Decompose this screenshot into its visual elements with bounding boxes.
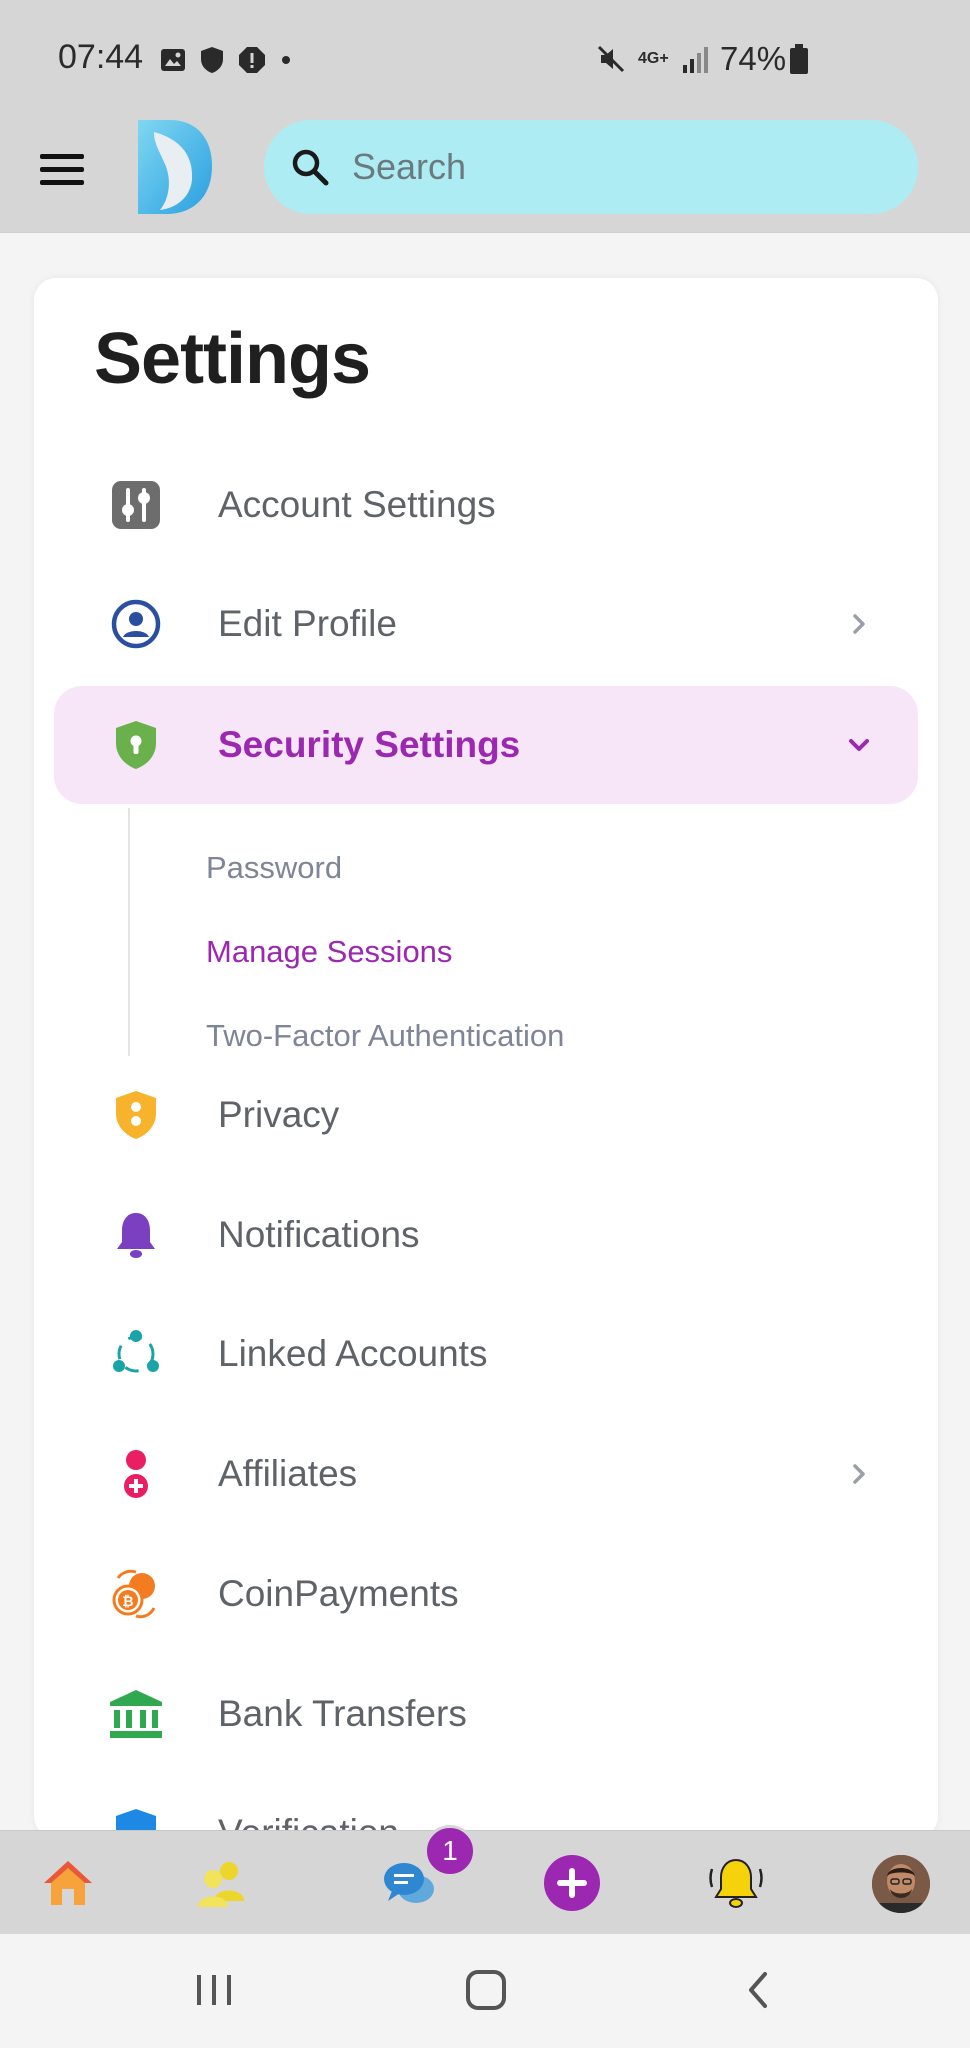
menu-item-label: CoinPayments (218, 1573, 459, 1614)
menu-item-label: Bank Transfers (218, 1693, 467, 1734)
menu-item-label: Security Settings (218, 724, 521, 765)
status-system-icons: 4G+ (596, 44, 711, 74)
nav-friends[interactable] (192, 1851, 256, 1915)
status-bar: 07:44 4G+ 74% (0, 0, 970, 112)
menu-item-affiliates[interactable]: Affiliates (54, 1415, 918, 1533)
messages-badge: 1 (424, 1825, 476, 1877)
linked-nodes-icon (108, 1326, 164, 1382)
network-type: 4G+ (638, 50, 669, 67)
bell-icon (108, 1207, 164, 1263)
menu-item-label: Privacy (218, 1094, 340, 1135)
submenu-item-password[interactable]: Password (206, 850, 342, 886)
menu-item-security-settings[interactable]: Security Settings (54, 686, 918, 804)
app-header (0, 112, 970, 233)
bottom-navigation: 1 (0, 1825, 970, 1935)
signal-icon (682, 47, 708, 73)
chevron-right-icon (853, 1464, 865, 1484)
home-icon (44, 1861, 92, 1905)
hamburger-line (40, 154, 84, 159)
search-icon (292, 149, 329, 186)
shield-notification-icon (201, 47, 223, 73)
menu-item-label: Account Settings (218, 484, 496, 525)
plus-circle-icon (544, 1855, 600, 1911)
image-notification-icon (161, 49, 185, 71)
menu-item-label: Linked Accounts (218, 1333, 488, 1374)
menu-item-privacy[interactable]: Privacy (54, 1056, 918, 1174)
hamburger-line (40, 167, 84, 172)
page-title: Settings (94, 319, 371, 399)
ringing-bell-icon (709, 1858, 763, 1908)
menu-item-notifications[interactable]: Notifications (54, 1176, 918, 1294)
search-bar[interactable] (264, 120, 918, 214)
affiliate-user-icon (108, 1446, 164, 1502)
menu-item-linked-accounts[interactable]: Linked Accounts (54, 1295, 918, 1413)
back-arrow-icon (749, 1972, 767, 2008)
coin-exchange-icon: ₿ (108, 1566, 164, 1622)
back-button[interactable] (728, 1960, 788, 2020)
user-circle-icon (108, 596, 164, 652)
menu-item-edit-profile[interactable]: Edit Profile (54, 565, 918, 683)
menu-item-label: Notifications (218, 1214, 420, 1255)
menu-item-bank-transfers[interactable]: Bank Transfers (54, 1655, 918, 1773)
user-avatar[interactable] (872, 1855, 930, 1913)
search-input[interactable] (350, 145, 874, 189)
app-logo[interactable] (136, 118, 214, 216)
recent-apps-button[interactable] (184, 1960, 244, 2020)
nav-notifications[interactable] (704, 1851, 768, 1915)
chevron-right-icon (853, 614, 865, 634)
settings-card: Settings Account Settings Edit Profile S… (34, 278, 938, 1838)
svg-text:₿: ₿ (122, 1594, 133, 1610)
mute-icon (597, 45, 625, 73)
battery-level: 74% (720, 40, 787, 77)
system-navigation (0, 1934, 970, 2048)
nav-home[interactable] (36, 1851, 100, 1915)
bank-icon (108, 1686, 164, 1742)
hamburger-line (40, 180, 84, 185)
home-square-icon (466, 1970, 506, 2010)
home-button[interactable] (456, 1960, 516, 2020)
security-submenu: Password Manage Sessions Two-Factor Auth… (128, 808, 910, 1056)
menu-item-verification[interactable]: Verification (54, 1774, 918, 1838)
users-icon (198, 1862, 244, 1907)
status-notification-icons (160, 46, 292, 74)
menu-item-label: Affiliates (218, 1453, 358, 1494)
menu-item-label: Edit Profile (218, 603, 397, 644)
nav-create[interactable] (540, 1851, 604, 1915)
status-time: 07:44 (58, 38, 144, 76)
recent-apps-icon (197, 1975, 231, 2005)
shield-lock-icon (108, 717, 164, 773)
menu-item-account-settings[interactable]: Account Settings (54, 446, 918, 564)
submenu-item-manage-sessions[interactable]: Manage Sessions (206, 934, 452, 970)
chevron-down-icon (849, 739, 869, 751)
hamburger-menu-button[interactable] (40, 152, 86, 188)
privacy-shield-icon (108, 1087, 164, 1143)
alert-notification-icon (239, 47, 265, 73)
dot-notification-icon (282, 56, 290, 64)
sliders-icon (108, 477, 164, 533)
submenu-item-two-factor[interactable]: Two-Factor Authentication (206, 1018, 564, 1054)
menu-item-coinpayments[interactable]: ₿ CoinPayments (54, 1535, 918, 1653)
battery-icon (790, 44, 808, 74)
